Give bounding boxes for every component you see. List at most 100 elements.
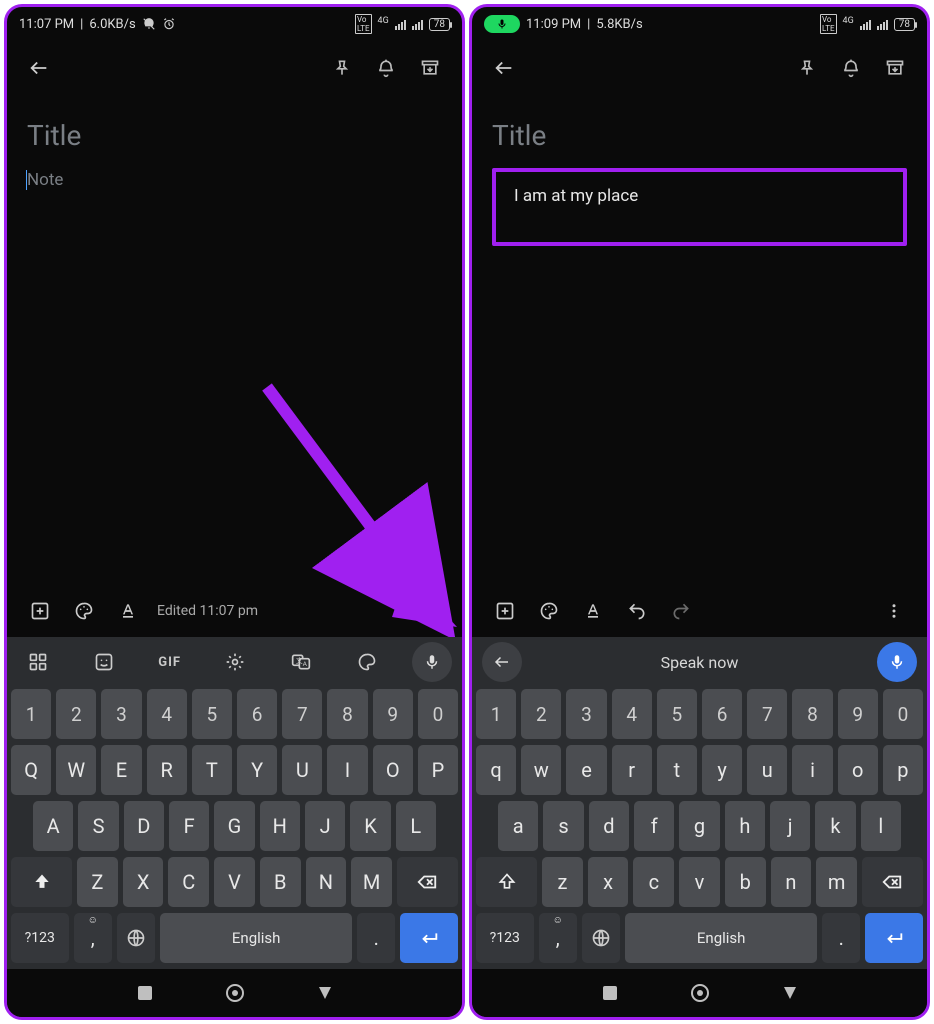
key-5[interactable]: 5 (657, 689, 697, 739)
gif-button[interactable]: GIF (149, 641, 191, 683)
spacebar[interactable]: English (625, 913, 817, 963)
palette-button[interactable] (534, 601, 564, 621)
add-button[interactable] (25, 601, 55, 621)
key-j[interactable]: J (305, 801, 345, 851)
key-r[interactable]: r (612, 745, 652, 795)
archive-button[interactable] (873, 46, 917, 90)
nav-recent[interactable] (136, 984, 154, 1002)
key-4[interactable]: 4 (147, 689, 187, 739)
key-d[interactable]: d (589, 801, 629, 851)
key-g[interactable]: g (679, 801, 719, 851)
mic-button-active[interactable] (877, 642, 917, 682)
key-5[interactable]: 5 (192, 689, 232, 739)
key-6[interactable]: 6 (237, 689, 277, 739)
sticker-icon[interactable] (83, 641, 125, 683)
key-t[interactable]: t (657, 745, 697, 795)
key-6[interactable]: 6 (702, 689, 742, 739)
key-h[interactable]: h (725, 801, 765, 851)
key-t[interactable]: T (192, 745, 232, 795)
nav-recent[interactable] (601, 984, 619, 1002)
key-8[interactable]: 8 (327, 689, 367, 739)
nav-back[interactable] (316, 984, 334, 1002)
comma-key[interactable]: ☺, (539, 913, 577, 963)
key-d[interactable]: D (124, 801, 164, 851)
note-content[interactable]: Title Note (7, 95, 462, 585)
key-y[interactable]: y (702, 745, 742, 795)
nav-home[interactable] (224, 982, 246, 1004)
key-f[interactable]: F (169, 801, 209, 851)
key-z[interactable]: Z (77, 857, 118, 907)
key-e[interactable]: E (101, 745, 141, 795)
backspace-key[interactable] (862, 857, 923, 907)
key-y[interactable]: Y (237, 745, 277, 795)
note-input[interactable]: Note (27, 170, 442, 190)
key-0[interactable]: 0 (883, 689, 923, 739)
key-b[interactable]: b (725, 857, 766, 907)
key-v[interactable]: v (679, 857, 720, 907)
key-r[interactable]: R (147, 745, 187, 795)
key-9[interactable]: 9 (838, 689, 878, 739)
key-e[interactable]: e (566, 745, 606, 795)
title-input[interactable]: Title (492, 119, 907, 152)
note-text[interactable]: I am at my place (514, 186, 638, 206)
shift-key[interactable] (476, 857, 537, 907)
key-j[interactable]: j (770, 801, 810, 851)
title-input[interactable]: Title (27, 119, 442, 152)
key-0[interactable]: 0 (418, 689, 458, 739)
note-content[interactable]: Title I am at my place (472, 95, 927, 585)
backspace-key[interactable] (397, 857, 458, 907)
key-s[interactable]: S (78, 801, 118, 851)
pin-button[interactable] (320, 46, 364, 90)
key-f[interactable]: f (634, 801, 674, 851)
key-m[interactable]: M (351, 857, 392, 907)
key-c[interactable]: c (633, 857, 674, 907)
key-u[interactable]: u (747, 745, 787, 795)
key-c[interactable]: C (168, 857, 209, 907)
key-w[interactable]: W (56, 745, 96, 795)
undo-button[interactable] (622, 601, 652, 621)
key-9[interactable]: 9 (373, 689, 413, 739)
key-p[interactable]: p (883, 745, 923, 795)
key-g[interactable]: G (214, 801, 254, 851)
key-o[interactable]: o (838, 745, 878, 795)
key-x[interactable]: x (588, 857, 629, 907)
key-1[interactable]: 1 (11, 689, 51, 739)
key-u[interactable]: U (282, 745, 322, 795)
key-4[interactable]: 4 (612, 689, 652, 739)
back-button[interactable] (17, 46, 61, 90)
pin-button[interactable] (785, 46, 829, 90)
symnum-key[interactable]: ?123 (476, 913, 534, 963)
key-1[interactable]: 1 (476, 689, 516, 739)
key-v[interactable]: V (214, 857, 255, 907)
key-w[interactable]: w (521, 745, 561, 795)
key-i[interactable]: i (792, 745, 832, 795)
lang-key[interactable] (117, 913, 155, 963)
reminder-button[interactable] (364, 46, 408, 90)
key-n[interactable]: N (306, 857, 347, 907)
key-i[interactable]: I (327, 745, 367, 795)
key-8[interactable]: 8 (792, 689, 832, 739)
more-button[interactable] (414, 602, 444, 620)
enter-key[interactable] (865, 913, 923, 963)
enter-key[interactable] (400, 913, 458, 963)
text-format-button[interactable] (113, 601, 143, 621)
key-x[interactable]: X (123, 857, 164, 907)
reminder-button[interactable] (829, 46, 873, 90)
period-key[interactable]: . (822, 913, 860, 963)
key-a[interactable]: a (498, 801, 538, 851)
key-m[interactable]: m (816, 857, 857, 907)
mic-active-pill[interactable] (484, 15, 520, 33)
nav-home[interactable] (689, 982, 711, 1004)
back-button[interactable] (482, 46, 526, 90)
nav-back[interactable] (781, 984, 799, 1002)
archive-button[interactable] (408, 46, 452, 90)
key-z[interactable]: z (542, 857, 583, 907)
palette-button[interactable] (69, 601, 99, 621)
theme-icon[interactable] (346, 641, 388, 683)
kb-back-button[interactable] (482, 642, 522, 682)
key-q[interactable]: Q (11, 745, 51, 795)
add-button[interactable] (490, 601, 520, 621)
text-format-button[interactable] (578, 601, 608, 621)
redo-button[interactable] (666, 601, 696, 621)
key-s[interactable]: s (543, 801, 583, 851)
